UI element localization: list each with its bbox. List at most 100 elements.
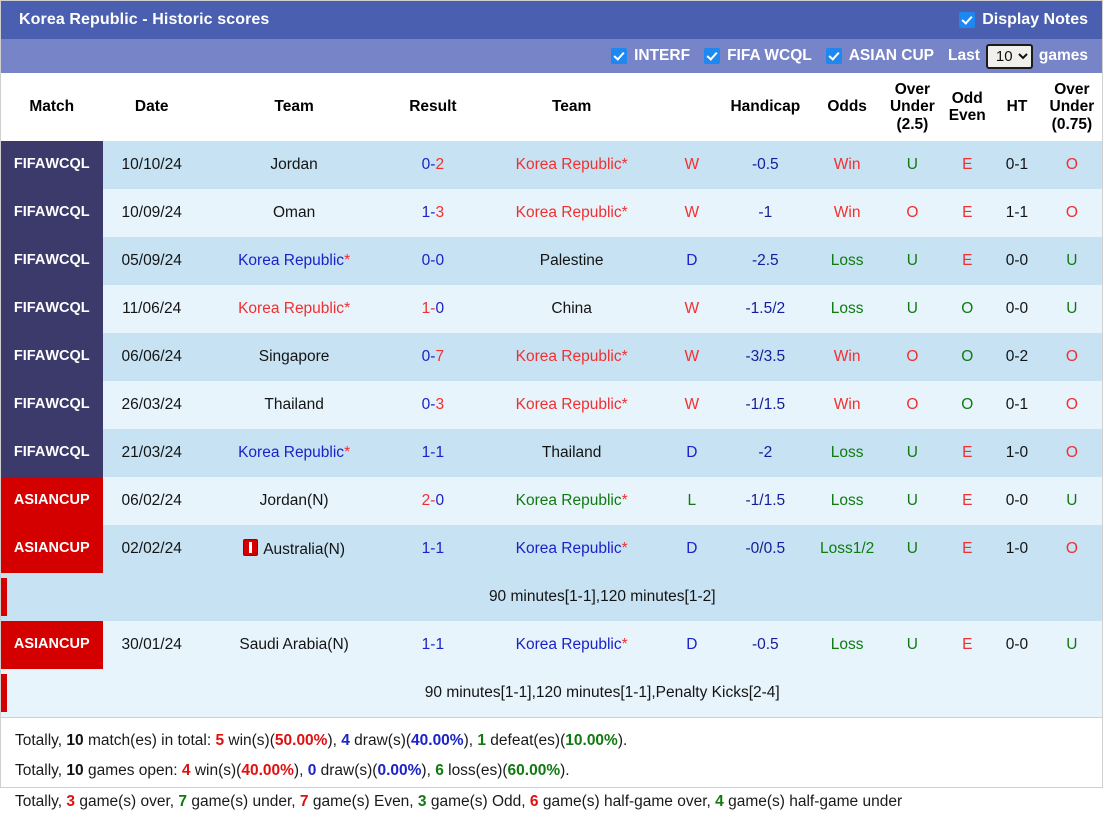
- odds-result: Loss: [811, 621, 883, 670]
- display-notes-checkbox[interactable]: [959, 12, 976, 28]
- away-team-cell[interactable]: Korea Republic*: [478, 189, 665, 238]
- summary-open-part: loss(es)(: [443, 762, 508, 780]
- table-row[interactable]: FIFA WCQL 11/06/24 Korea Republic* 1-0 China W…: [1, 285, 1102, 334]
- away-team-cell[interactable]: Korea Republic*: [478, 525, 665, 574]
- filter-fifa-wcql[interactable]: FIFA WCQL: [704, 47, 812, 65]
- table-row[interactable]: FIFA WCQL 06/06/24 Singapore 0-7 Korea Republ…: [1, 333, 1102, 382]
- competition-badge[interactable]: FIFA WCQL: [1, 189, 103, 238]
- home-team-cell[interactable]: Oman: [200, 189, 388, 238]
- summary-line-total: Totally, 10 match(es) in total: 5 win(s)…: [15, 726, 1092, 756]
- summary-total-part: 1: [477, 732, 486, 750]
- win-draw-loss: L: [664, 477, 719, 526]
- odd-even-text: O: [961, 396, 974, 414]
- table-row[interactable]: ASIAN CUP 06/02/24 Jordan(N) 2-0 Korea Republ…: [1, 477, 1102, 526]
- away-team-cell[interactable]: Thailand: [478, 429, 665, 478]
- odds-result: Win: [811, 189, 883, 238]
- away-team-cell[interactable]: Palestine: [478, 237, 665, 286]
- table-row[interactable]: FIFA WCQL 26/03/24 Thailand 0-3 Korea Republi…: [1, 381, 1102, 430]
- summary-overunder-part: game(s) Even,: [308, 792, 418, 810]
- away-team-cell[interactable]: Korea Republic*: [478, 141, 665, 190]
- half-time-score-text: 1-0: [1005, 444, 1029, 462]
- competition-badge[interactable]: FIFA WCQL: [1, 381, 103, 430]
- competition-badge[interactable]: FIFA WCQL: [1, 333, 103, 382]
- result-score[interactable]: 1-3: [387, 189, 479, 238]
- home-team-name: Oman: [272, 204, 316, 222]
- result-score[interactable]: 0-0: [387, 237, 479, 286]
- result-home-goals: 0: [421, 396, 431, 414]
- competition-badge[interactable]: ASIAN CUP: [1, 621, 103, 670]
- odd-even: E: [942, 477, 993, 526]
- filter-interf[interactable]: INTERF: [611, 47, 690, 65]
- table-row[interactable]: FIFA WCQL 10/09/24 Oman 1-3 Korea Republic* W -…: [1, 189, 1102, 238]
- over-under-075: O: [1041, 381, 1102, 430]
- filter-asian-cup[interactable]: ASIAN CUP: [825, 47, 934, 65]
- competition-badge[interactable]: FIFA WCQL: [1, 237, 103, 286]
- result-score[interactable]: 0-2: [387, 141, 479, 190]
- result-score[interactable]: 2-0: [387, 477, 479, 526]
- home-team-cell[interactable]: Saudi Arabia(N): [200, 621, 388, 670]
- home-team-cell[interactable]: Korea Republic*: [200, 237, 388, 286]
- games-count-select[interactable]: 10203050: [985, 43, 1033, 69]
- summary-total-part: 5: [215, 732, 225, 750]
- result-score[interactable]: 1-1: [387, 429, 479, 478]
- handicap-value-text: -1/1.5: [745, 396, 786, 414]
- away-team-cell[interactable]: Korea Republic*: [478, 621, 665, 670]
- away-team-cell[interactable]: Korea Republic*: [478, 477, 665, 526]
- home-team-cell[interactable]: Jordan: [200, 141, 388, 190]
- last-games-control: Last 10203050 games: [948, 43, 1088, 69]
- result-score[interactable]: 0-7: [387, 333, 479, 382]
- result-score[interactable]: 1-0: [387, 285, 479, 334]
- result-score[interactable]: 1-1: [387, 525, 479, 574]
- table-row[interactable]: FIFA WCQL 05/09/24 Korea Republic* 0-0 Palest…: [1, 237, 1102, 286]
- display-notes-toggle[interactable]: Display Notes: [959, 11, 1088, 29]
- competition-badge-word: FIFA: [13, 444, 46, 461]
- table-row[interactable]: ASIAN CUP 02/02/24 Australia(N) 1-1 Korea Rep…: [1, 525, 1102, 574]
- competition-badge[interactable]: FIFA WCQL: [1, 141, 103, 190]
- away-team-cell[interactable]: China: [478, 285, 665, 334]
- competition-badge[interactable]: ASIAN CUP: [1, 477, 103, 526]
- home-team-cell[interactable]: Australia(N): [200, 525, 388, 574]
- table-row[interactable]: FIFA WCQL 21/03/24 Korea Republic* 1-1 Thaila…: [1, 429, 1102, 478]
- home-team-cell[interactable]: Korea Republic*: [200, 429, 388, 478]
- column-header-odd: Odd Even: [942, 73, 993, 142]
- handicap-value: -2.5: [718, 237, 812, 286]
- result-score[interactable]: 0-3: [387, 381, 479, 430]
- asian-cup-checkbox[interactable]: [825, 48, 842, 64]
- away-team-cell[interactable]: Korea Republic*: [478, 333, 665, 382]
- competition-badge-word: FIFA: [13, 252, 46, 269]
- home-team-cell[interactable]: Singapore: [200, 333, 388, 382]
- competition-badge[interactable]: ASIAN CUP: [1, 525, 103, 574]
- odds-result: Win: [811, 141, 883, 190]
- table-row[interactable]: FIFA WCQL 10/10/24 Jordan 0-2 Korea Republic*…: [1, 141, 1102, 190]
- last-label: Last: [948, 47, 980, 64]
- away-team-cell[interactable]: Korea Republic*: [478, 381, 665, 430]
- away-team-name: China: [551, 300, 592, 318]
- away-team-name: Thailand: [541, 444, 602, 462]
- odds-result-text: Win: [833, 156, 861, 174]
- over-under-25-text: U: [906, 492, 918, 510]
- home-team-cell[interactable]: Jordan(N): [200, 477, 388, 526]
- handicap-value-text: -1/1.5: [745, 492, 786, 510]
- half-time-score: 0-2: [992, 333, 1042, 382]
- competition-filter-bar: INTERF FIFA WCQL ASIAN CUP Last 10203050…: [1, 39, 1102, 73]
- column-header-result: Result: [387, 73, 479, 142]
- fifa-wcql-checkbox[interactable]: [704, 48, 721, 64]
- interf-checkbox[interactable]: [611, 48, 628, 64]
- over-under-25-text: U: [906, 156, 918, 174]
- home-team-name: Korea Republic: [238, 300, 345, 318]
- home-team-cell[interactable]: Thailand: [200, 381, 388, 430]
- home-team-cell[interactable]: Korea Republic*: [200, 285, 388, 334]
- competition-badge[interactable]: FIFA WCQL: [1, 429, 103, 478]
- away-team-star: *: [621, 492, 628, 510]
- result-score[interactable]: 1-1: [387, 621, 479, 670]
- competition-badge[interactable]: FIFA WCQL: [1, 285, 103, 334]
- competition-badge-label: ASIAN CUP: [1, 621, 103, 670]
- odd-even: E: [942, 237, 993, 286]
- match-date: 26/03/24: [102, 381, 201, 430]
- column-header-line: (0.75): [1051, 115, 1093, 133]
- result-away-goals: 0: [435, 492, 445, 510]
- table-row[interactable]: ASIAN CUP 30/01/24 Saudi Arabia(N) 1-1 Korea …: [1, 621, 1102, 670]
- home-team-name: Jordan(N): [259, 492, 329, 510]
- display-notes-label: Display Notes: [982, 11, 1088, 28]
- over-under-075-text: O: [1065, 396, 1078, 414]
